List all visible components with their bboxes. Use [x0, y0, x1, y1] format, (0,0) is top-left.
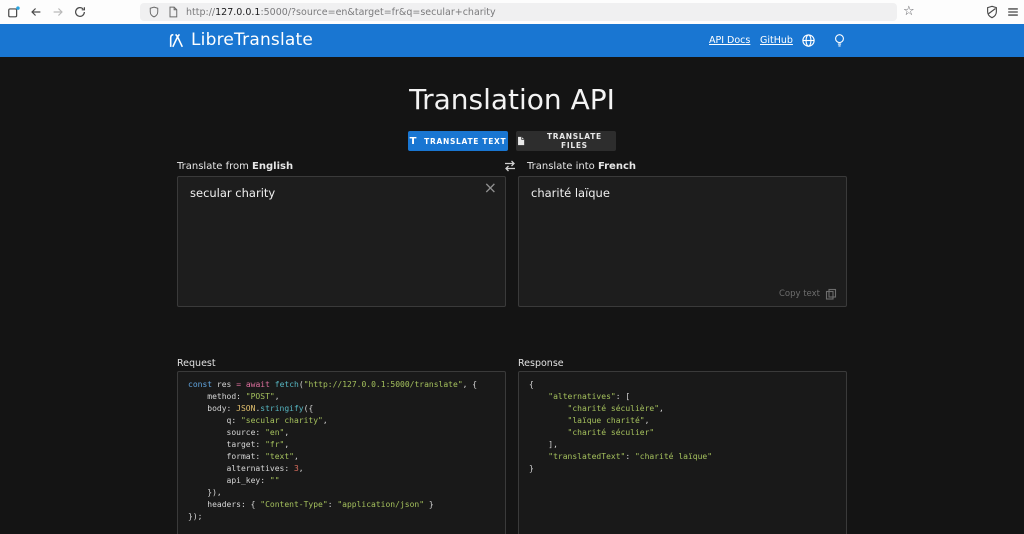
request-code-block[interactable]: const res = await fetch("http://127.0.0.…: [177, 371, 506, 534]
copy-icon: [825, 288, 837, 300]
target-textarea: charité laïque Copy text: [518, 176, 847, 307]
target-label-prefix: Translate into: [527, 161, 595, 172]
target-language-label: Translate into French: [527, 161, 636, 172]
translate-text-icon: T: [410, 136, 418, 147]
source-language-label: Translate from English: [177, 161, 293, 172]
copy-text-button[interactable]: Copy text: [779, 288, 837, 300]
file-icon: [516, 136, 526, 146]
language-globe-icon[interactable]: [801, 33, 816, 48]
copy-text-label: Copy text: [779, 289, 820, 299]
back-icon[interactable]: [29, 5, 43, 19]
source-language[interactable]: English: [252, 161, 293, 172]
libretranslate-logo-icon: [167, 31, 186, 50]
reload-icon[interactable]: [73, 5, 87, 19]
translate-text-tab[interactable]: T TRANSLATE TEXT: [408, 131, 508, 151]
screen: http://127.0.0.1:5000/?source=en&target=…: [0, 0, 1024, 534]
brand-name: LibreTranslate: [191, 30, 313, 50]
forward-icon[interactable]: [51, 5, 65, 19]
brand[interactable]: LibreTranslate: [167, 30, 313, 50]
site-header: LibreTranslate API Docs GitHub: [0, 24, 1024, 57]
save-shield-icon[interactable]: [985, 5, 999, 19]
translate-text-label: TRANSLATE TEXT: [424, 137, 506, 146]
url-host: 127.0.0.1: [215, 7, 260, 18]
target-language[interactable]: French: [598, 161, 636, 172]
page-title: Translation API: [0, 83, 1024, 116]
menu-icon[interactable]: [1006, 5, 1020, 19]
response-label: Response: [518, 358, 564, 369]
nav-api-docs[interactable]: API Docs: [709, 35, 750, 46]
url-text: http://127.0.0.1:5000/?source=en&target=…: [186, 7, 496, 18]
clear-text-icon[interactable]: ×: [484, 179, 497, 197]
request-label: Request: [177, 358, 216, 369]
nav-github[interactable]: GitHub: [760, 35, 793, 46]
source-text: secular charity: [190, 186, 275, 200]
source-label-prefix: Translate from: [177, 161, 249, 172]
response-code-block[interactable]: { "alternatives": [ "charité séculière",…: [518, 371, 847, 534]
translate-files-label: TRANSLATE FILES: [533, 132, 616, 150]
swap-languages-icon[interactable]: [502, 159, 518, 173]
source-textarea[interactable]: secular charity ×: [177, 176, 506, 307]
browser-toolbar: http://127.0.0.1:5000/?source=en&target=…: [0, 0, 1024, 24]
tab-window-icon[interactable]: [7, 5, 21, 19]
url-query: :5000/?source=en&target=fr&q=secular+cha…: [260, 7, 495, 18]
bookmark-star-icon[interactable]: ☆: [903, 3, 915, 20]
shield-icon[interactable]: [148, 6, 160, 18]
translate-files-tab[interactable]: TRANSLATE FILES: [516, 131, 616, 151]
url-scheme: http://: [186, 7, 215, 18]
address-bar[interactable]: http://127.0.0.1:5000/?source=en&target=…: [140, 3, 897, 21]
page-info-icon[interactable]: [167, 6, 179, 18]
target-text: charité laïque: [531, 186, 610, 200]
theme-lightbulb-icon[interactable]: [833, 33, 846, 48]
